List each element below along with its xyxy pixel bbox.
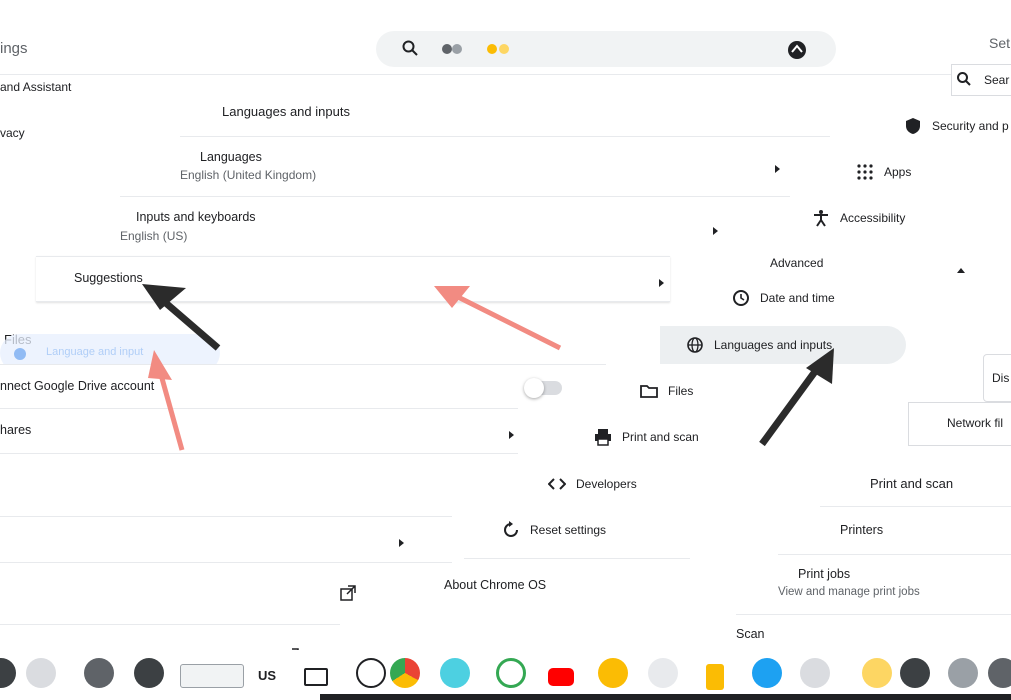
annotation-arrows (142, 284, 834, 451)
shelf-app-icon[interactable] (800, 658, 830, 688)
dark-arrow-languages (759, 348, 834, 447)
shelf-input-method-text[interactable]: US (258, 668, 276, 683)
shelf-app-icon[interactable] (440, 658, 470, 688)
shelf-keyboard-icon[interactable] (180, 664, 244, 688)
shelf-app-icon[interactable] (862, 658, 892, 688)
dark-arrow-suggestions (142, 284, 221, 351)
red-arrow-files (148, 350, 185, 451)
shelf-launcher-icon[interactable] (356, 658, 386, 688)
shelf-keyboard-icon[interactable] (304, 668, 328, 686)
shelf-app-icon[interactable] (598, 658, 628, 688)
shelf-separator (320, 694, 1011, 700)
youtube-icon[interactable] (548, 668, 574, 686)
shelf-app-icon[interactable] (134, 658, 164, 688)
shelf-app-icon[interactable] (948, 658, 978, 688)
keep-notes-icon[interactable] (706, 664, 724, 690)
shelf-app-icon[interactable] (648, 658, 678, 688)
chrome-icon[interactable] (390, 658, 420, 688)
shelf-app-icon[interactable] (900, 658, 930, 688)
shelf-app-icon[interactable] (84, 658, 114, 688)
red-arrow-suggestions (434, 286, 562, 351)
shelf-app-icon[interactable] (26, 658, 56, 688)
play-store-icon[interactable] (496, 658, 526, 688)
shelf-app-icon[interactable] (988, 658, 1011, 688)
shelf-app-icon[interactable] (752, 658, 782, 688)
